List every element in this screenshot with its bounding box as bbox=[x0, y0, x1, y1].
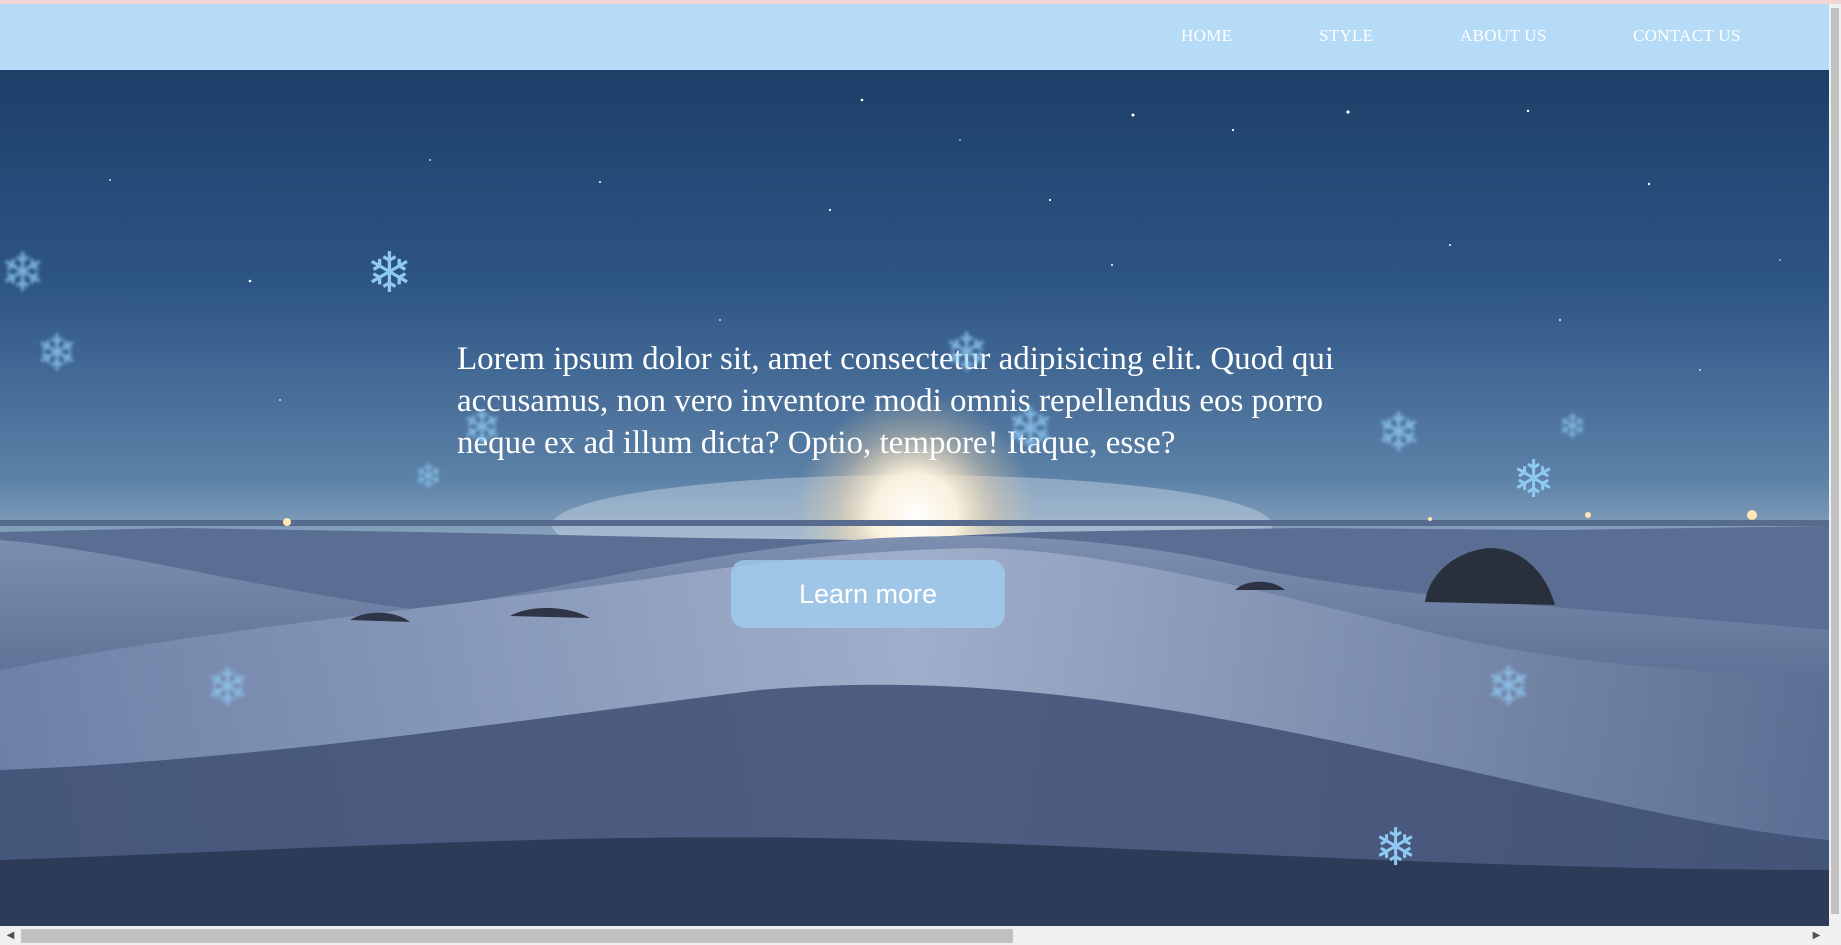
nav-contact-us-link[interactable]: CONTACT US bbox=[1633, 26, 1741, 46]
snowflake-icon: ❄ bbox=[1486, 655, 1532, 718]
snowflake-icon: ❄ bbox=[206, 658, 250, 718]
horizontal-scrollbar-thumb[interactable] bbox=[21, 929, 1013, 943]
snowflake-icon: ❄ bbox=[36, 324, 78, 382]
navbar: HOME STYLE ABOUT US CONTACT US bbox=[0, 4, 1829, 70]
snowflake-icon: ❄ bbox=[366, 241, 413, 306]
nav-style-link[interactable]: STYLE bbox=[1319, 26, 1373, 46]
horizontal-scrollbar[interactable]: ◀ ▶ bbox=[0, 926, 1841, 945]
snowflake-icon: ❄ bbox=[1376, 401, 1422, 464]
snowflake-icon: ❄ bbox=[1558, 407, 1587, 447]
snowflake-icon: ❄ bbox=[0, 241, 46, 304]
learn-more-button[interactable]: Learn more bbox=[731, 560, 1005, 628]
snowflake-icon: ❄ bbox=[944, 321, 990, 384]
snowflake-icon: ❄ bbox=[462, 400, 503, 456]
scroll-right-arrow-icon[interactable]: ▶ bbox=[1808, 926, 1825, 945]
vertical-scrollbar[interactable] bbox=[1829, 4, 1841, 926]
hero-section: Lorem ipsum dolor sit, amet consectetur … bbox=[0, 70, 1829, 926]
vertical-scrollbar-thumb[interactable] bbox=[1831, 8, 1839, 914]
snowflake-icon: ❄ bbox=[414, 457, 443, 497]
snowflake-icon: ❄ bbox=[1512, 450, 1556, 510]
hero-paragraph: Lorem ipsum dolor sit, amet consectetur … bbox=[457, 341, 1335, 461]
scroll-left-arrow-icon[interactable]: ◀ bbox=[2, 926, 19, 945]
nav-home-link[interactable]: HOME bbox=[1181, 26, 1232, 46]
snowflake-icon: ❄ bbox=[1006, 395, 1055, 463]
snowflake-icon: ❄ bbox=[1374, 818, 1418, 878]
page-viewport: HOME STYLE ABOUT US CONTACT US Lorem ips… bbox=[0, 4, 1829, 926]
nav-about-us-link[interactable]: ABOUT US bbox=[1460, 26, 1547, 46]
